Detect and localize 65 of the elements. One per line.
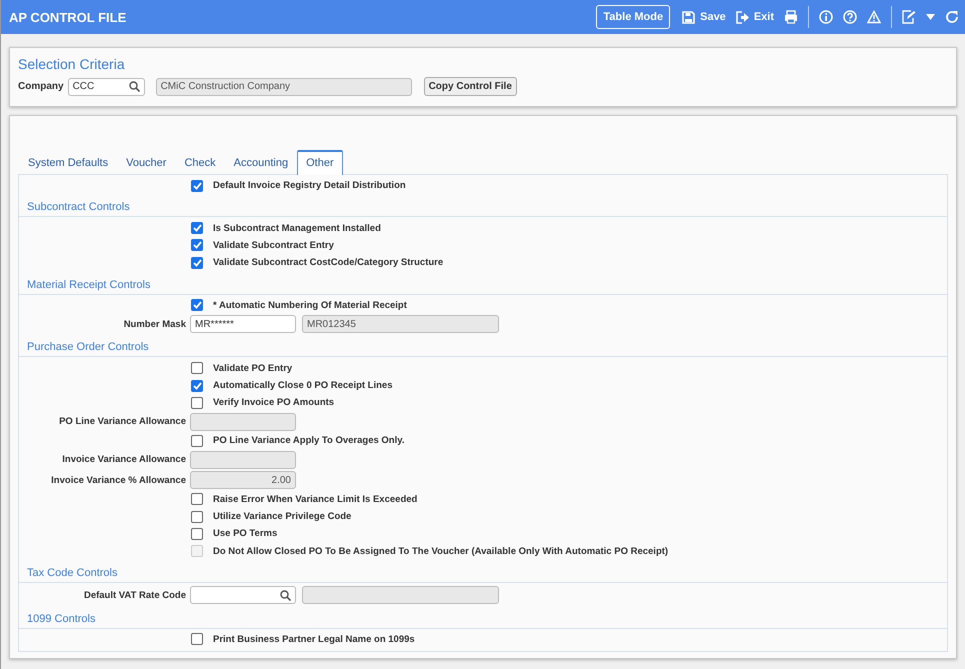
section-heading: Subcontract Controls <box>26 200 131 216</box>
field-label: Company <box>18 81 64 92</box>
copy-control-file-button[interactable]: Copy Control File <box>424 77 517 96</box>
checkbox-label: Validate PO Entry <box>213 362 292 374</box>
checkbox-label: Print Business Partner Legal Name on 1099s <box>213 634 415 645</box>
tab[interactable]: Voucher <box>117 151 176 175</box>
table-mode-button[interactable]: Table Mode <box>596 5 670 29</box>
exit-icon <box>736 10 749 24</box>
checkbox-label: Use PO Terms <box>213 528 278 540</box>
checkbox[interactable] <box>191 256 203 269</box>
field-label: Invoice Variance Allowance <box>61 454 187 466</box>
save-button[interactable]: Save <box>682 10 726 24</box>
refresh-icon[interactable] <box>945 10 959 24</box>
checkbox[interactable] <box>191 633 203 646</box>
warning-icon[interactable] <box>867 10 881 24</box>
section-heading: Tax Code Controls <box>26 566 118 582</box>
panel-title: Selection Criteria <box>18 56 126 72</box>
company-field[interactable]: CCC <box>68 78 145 96</box>
checkbox[interactable] <box>191 528 203 540</box>
checkbox-label: Validate Subcontract Entry <box>213 240 334 251</box>
display-field: MR012345 <box>302 315 499 334</box>
checkbox-label: Default Invoice Registry Detail Distribution <box>213 180 406 192</box>
search-icon[interactable] <box>280 590 291 601</box>
field-label: Default VAT Rate Code <box>82 590 187 601</box>
checkbox-label: Utilize Variance Privilege Code <box>213 511 352 522</box>
checkbox[interactable] <box>191 362 203 374</box>
checkbox[interactable] <box>191 510 203 523</box>
checkbox[interactable] <box>191 180 203 192</box>
help-icon[interactable] <box>843 10 857 24</box>
section-heading: Purchase Order Controls <box>26 340 150 356</box>
checkbox-label: * Automatic Numbering Of Material Receipt <box>213 300 407 311</box>
checkbox-label: Do Not Allow Closed PO To Be Assigned To The Voucher (Available Only With Automatic PO Receipt) <box>213 546 668 557</box>
checkbox[interactable] <box>191 380 203 392</box>
checkbox-label: Is Subcontract Management Installed <box>213 222 381 234</box>
tab[interactable]: Other <box>297 150 343 175</box>
window-title: AP CONTROL FILE <box>9 10 126 24</box>
search-icon[interactable] <box>128 81 140 92</box>
input-field[interactable] <box>190 586 296 604</box>
checkbox[interactable] <box>191 493 203 506</box>
edit-icon[interactable] <box>902 10 916 24</box>
field-label: Number Mask <box>122 318 187 330</box>
section-heading: 1099 Controls <box>26 612 96 627</box>
checkbox[interactable] <box>191 239 203 252</box>
tab[interactable]: Accounting <box>224 151 298 175</box>
info-icon[interactable] <box>819 10 833 24</box>
input-field: 2.00 <box>190 471 296 490</box>
checkbox[interactable] <box>191 434 203 447</box>
checkbox[interactable] <box>191 299 203 312</box>
input-field[interactable]: MR****** <box>190 315 296 334</box>
caret-icon[interactable] <box>926 14 935 20</box>
field-label: Invoice Variance % Allowance <box>50 474 187 486</box>
field-label: PO Line Variance Allowance <box>58 416 187 428</box>
print-icon[interactable] <box>784 10 798 24</box>
tab[interactable]: Check <box>175 151 225 175</box>
checkbox[interactable] <box>191 222 203 234</box>
tab[interactable]: System Defaults <box>19 151 118 175</box>
checkbox[interactable] <box>191 396 203 409</box>
company-name-field: CMiC Construction Company <box>156 78 412 96</box>
checkbox-label: PO Line Variance Apply To Overages Only. <box>213 435 404 446</box>
exit-button[interactable]: Exit <box>736 10 774 24</box>
section-heading: Material Receipt Controls <box>26 278 152 293</box>
checkbox-label: Verify Invoice PO Amounts <box>213 397 334 408</box>
checkbox-label: Raise Error When Variance Limit Is Exceeded <box>213 494 418 505</box>
checkbox-label: Automatically Close 0 PO Receipt Lines <box>213 380 392 392</box>
checkbox-label: Validate Subcontract CostCode/Category Structure <box>213 257 444 268</box>
